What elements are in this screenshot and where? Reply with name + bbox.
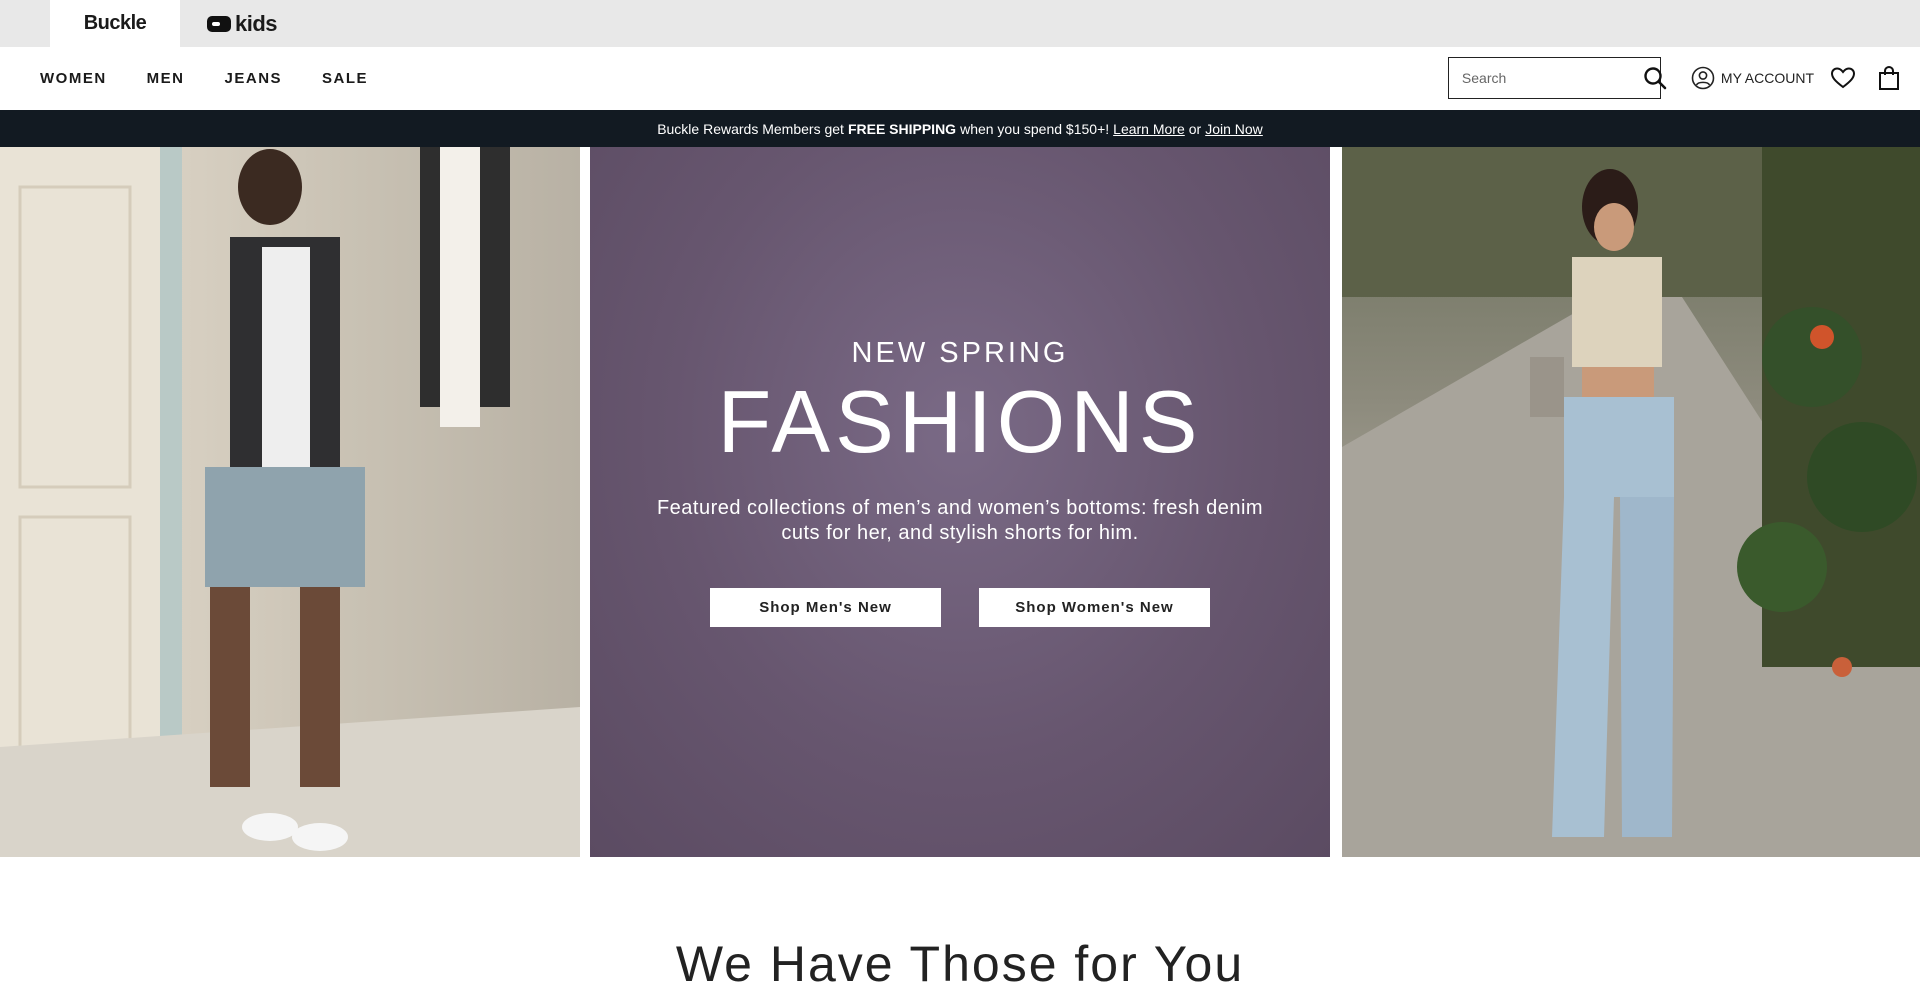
search-box <box>1447 57 1667 99</box>
shopping-bag-button[interactable] <box>1878 65 1900 91</box>
main-nav: WOMEN MEN JEANS SALE MY ACCOUNT <box>0 47 1920 110</box>
search-icon <box>1644 67 1667 90</box>
hero-center-panel: NEW SPRING FASHIONS Featured collections… <box>590 147 1330 857</box>
hero-kicker: NEW SPRING <box>851 337 1069 369</box>
shop-mens-new-button[interactable]: Shop Men's New <box>710 588 941 627</box>
learn-more-link[interactable]: Learn More <box>1113 121 1185 137</box>
hero-image-women[interactable] <box>1342 147 1920 857</box>
promo-prefix: Buckle Rewards Members get <box>657 120 844 137</box>
search-button[interactable] <box>1643 64 1667 92</box>
join-now-link[interactable]: Join Now <box>1205 121 1263 137</box>
hero-image-men[interactable] <box>0 147 580 857</box>
hero-banner: NEW SPRING FASHIONS Featured collections… <box>0 147 1920 857</box>
shop-womens-new-button[interactable]: Shop Women's New <box>979 588 1210 627</box>
kids-logo-label: kids <box>235 10 278 36</box>
buckle-logo: Buckle <box>83 12 147 34</box>
brand-tab-buckle[interactable]: Buckle <box>50 0 180 47</box>
nav-link-women[interactable]: WOMEN <box>40 70 107 87</box>
nav-link-sale[interactable]: SALE <box>322 70 368 87</box>
search-input[interactable] <box>1461 70 1643 86</box>
section-heading: We Have Those for You <box>675 936 1245 992</box>
hero-title: FASHIONS <box>717 372 1203 471</box>
bag-icon <box>1879 65 1899 90</box>
wishlist-button[interactable] <box>1830 66 1856 90</box>
user-icon <box>1691 66 1715 90</box>
nav-links: WOMEN MEN JEANS SALE <box>40 70 368 87</box>
women-photo-illustration <box>1342 147 1920 857</box>
men-photo-illustration <box>0 147 580 857</box>
heart-icon <box>1830 67 1856 89</box>
brand-tab-kids[interactable]: kids <box>180 0 310 47</box>
nav-link-men[interactable]: MEN <box>147 70 185 87</box>
promo-bar: Buckle Rewards Members get FREE SHIPPING… <box>0 110 1920 147</box>
promo-middle: when you spend $150+! <box>960 120 1110 137</box>
promo-highlight: FREE SHIPPING <box>847 120 957 137</box>
brand-bar: Buckle kids <box>0 0 1920 47</box>
nav-utilities: MY ACCOUNT <box>1447 57 1900 99</box>
my-account-link[interactable]: MY ACCOUNT <box>1691 66 1814 90</box>
hero-buttons: Shop Men's New Shop Women's New <box>710 588 1210 627</box>
hero-description: Featured collections of men’s and women’… <box>656 497 1264 544</box>
promo-or: or <box>1188 120 1202 137</box>
account-label: MY ACCOUNT <box>1720 70 1814 86</box>
kids-logo-icon <box>207 15 231 32</box>
nav-link-jeans[interactable]: JEANS <box>225 70 283 87</box>
